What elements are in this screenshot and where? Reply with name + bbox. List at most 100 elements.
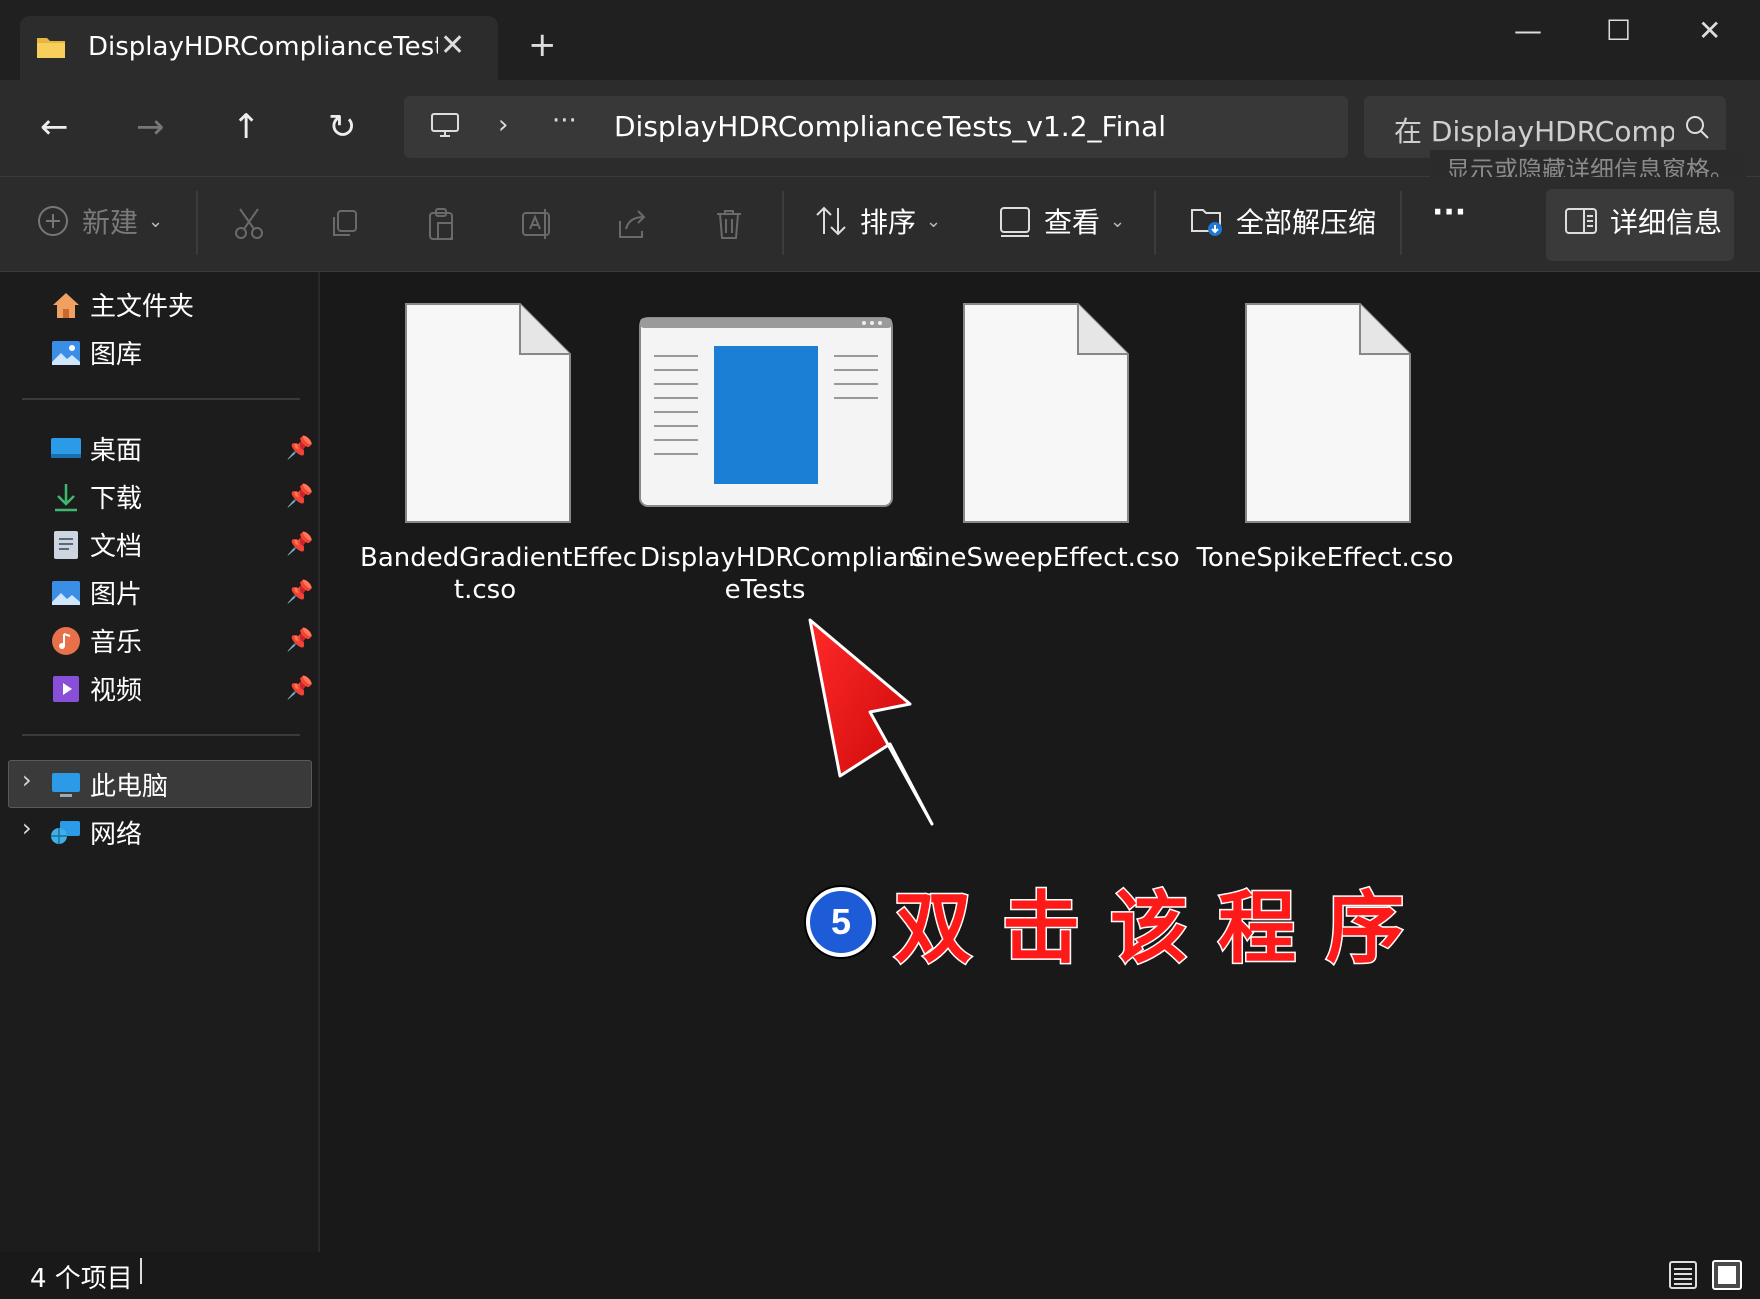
cut-icon[interactable] bbox=[232, 207, 266, 241]
title-bar: DisplayHDRComplianceTests_v1.2_Final ✕ +… bbox=[0, 0, 1760, 80]
sort-icon bbox=[816, 206, 846, 236]
paste-icon[interactable] bbox=[424, 207, 458, 241]
home-icon bbox=[53, 292, 79, 318]
forward-button[interactable]: → bbox=[136, 110, 165, 144]
chevron-down-icon: ⌄ bbox=[148, 210, 164, 232]
sidebar-item-network[interactable]: 网络 bbox=[50, 814, 142, 851]
toolbar-divider bbox=[196, 191, 198, 255]
new-button[interactable]: 新建 ⌄ bbox=[36, 201, 163, 241]
search-input[interactable]: 在 DisplayHDRComp bbox=[1364, 96, 1726, 158]
file-explorer-window: DisplayHDRComplianceTests_v1.2_Final ✕ +… bbox=[0, 0, 1760, 1299]
breadcrumb-overflow-button[interactable]: ··· bbox=[552, 106, 577, 136]
file-name: SineSweepEffect.cso bbox=[910, 543, 1180, 573]
pin-icon[interactable]: 📌 bbox=[286, 532, 313, 557]
tab-close-button[interactable]: ✕ bbox=[440, 28, 465, 63]
pin-icon[interactable]: 📌 bbox=[286, 676, 313, 701]
sidebar-item-label: 网络 bbox=[90, 820, 143, 850]
plus-circle-icon bbox=[38, 206, 68, 236]
up-button[interactable]: ↑ bbox=[232, 110, 261, 144]
details-label: 详细信息 bbox=[1610, 206, 1723, 239]
tab-active[interactable]: DisplayHDRComplianceTests_v1.2_Final ✕ bbox=[20, 16, 498, 80]
sidebar-item-label: 此电脑 bbox=[90, 772, 169, 802]
new-label: 新建 bbox=[82, 206, 139, 239]
sidebar-item-this-pc[interactable]: 此电脑 bbox=[50, 766, 168, 803]
file-item[interactable]: BandedGradientEffec t.cso bbox=[360, 302, 637, 605]
command-bar: 新建 ⌄ 排序 ⌄ 查看 ⌄ 全部解压缩 ··· 详细信息 bbox=[0, 177, 1760, 272]
pin-icon[interactable]: 📌 bbox=[286, 580, 313, 605]
extract-all-button[interactable]: 全部解压缩 bbox=[1190, 201, 1376, 241]
minimize-button[interactable]: — bbox=[1514, 14, 1542, 47]
chevron-right-icon[interactable]: › bbox=[22, 766, 32, 794]
desktop-icon bbox=[51, 437, 81, 458]
step-annotation: 5 双击该程序 bbox=[806, 866, 1434, 978]
download-icon bbox=[55, 483, 77, 511]
breadcrumb-current[interactable]: DisplayHDRComplianceTests_v1.2_Final bbox=[614, 110, 1166, 143]
pictures-icon bbox=[52, 580, 80, 605]
sidebar-item-label: 图库 bbox=[90, 340, 143, 370]
folder-icon bbox=[37, 38, 65, 58]
sidebar-item-downloads[interactable]: 下载 bbox=[50, 478, 142, 515]
navigation-pane: 主文件夹 图库 桌面 📌 下载 📌 文档 📌 图片 📌 音乐 📌 视频 📌 › … bbox=[0, 272, 320, 1252]
toolbar-divider bbox=[1154, 191, 1156, 255]
sidebar-item-gallery[interactable]: 图库 bbox=[50, 334, 142, 371]
sidebar-item-label: 图片 bbox=[90, 580, 143, 610]
close-window-button[interactable]: ✕ bbox=[1698, 14, 1721, 47]
file-icon bbox=[405, 303, 571, 523]
file-item-selected-app[interactable]: DisplayHDRComplianc eTests bbox=[639, 302, 929, 605]
tab-title: DisplayHDRComplianceTests_v1.2_Final bbox=[88, 32, 438, 62]
refresh-button[interactable]: ↻ bbox=[328, 110, 357, 144]
sidebar-item-music[interactable]: 音乐 bbox=[50, 622, 142, 659]
maximize-button[interactable]: ☐ bbox=[1606, 14, 1631, 47]
chevron-right-icon[interactable]: › bbox=[22, 814, 32, 842]
sidebar-item-label: 视频 bbox=[90, 676, 143, 706]
file-item[interactable]: SineSweepEffect.cso bbox=[910, 302, 1180, 582]
sidebar-item-label: 文档 bbox=[90, 532, 143, 562]
pin-icon[interactable]: 📌 bbox=[286, 436, 313, 461]
details-view-icon[interactable] bbox=[1668, 1260, 1698, 1290]
delete-icon[interactable] bbox=[712, 207, 746, 241]
sidebar-item-label: 桌面 bbox=[90, 436, 143, 466]
file-icon bbox=[963, 303, 1129, 523]
file-icon bbox=[1245, 303, 1411, 523]
pin-icon[interactable]: 📌 bbox=[286, 628, 313, 653]
sidebar-item-label: 下载 bbox=[90, 484, 143, 514]
file-list: BandedGradientEffec t.cso DisplayHDRComp… bbox=[320, 272, 1760, 1252]
more-options-button[interactable]: ··· bbox=[1432, 195, 1466, 230]
document-icon bbox=[54, 530, 78, 559]
search-icon[interactable] bbox=[1684, 114, 1710, 140]
step-instruction: 双击该程序 bbox=[892, 882, 1435, 976]
toolbar-divider bbox=[782, 191, 784, 255]
computer-icon bbox=[52, 772, 80, 797]
large-icons-view-icon[interactable] bbox=[1712, 1260, 1742, 1290]
rename-icon[interactable] bbox=[520, 207, 554, 241]
search-placeholder: 在 DisplayHDRComp bbox=[1394, 115, 1674, 148]
address-input[interactable]: › ··· DisplayHDRComplianceTests_v1.2_Fin… bbox=[404, 96, 1348, 158]
sidebar-divider bbox=[22, 734, 300, 736]
monitor-icon bbox=[431, 113, 459, 137]
view-button[interactable]: 查看 ⌄ bbox=[998, 201, 1125, 241]
status-divider bbox=[140, 1258, 142, 1284]
step-number-badge: 5 bbox=[806, 887, 876, 957]
sidebar-item-home[interactable]: 主文件夹 bbox=[50, 286, 194, 323]
sidebar-item-pictures[interactable]: 图片 bbox=[50, 574, 142, 611]
copy-icon[interactable] bbox=[328, 207, 362, 241]
sort-button[interactable]: 排序 ⌄ bbox=[814, 201, 941, 241]
details-pane-button[interactable]: 详细信息 bbox=[1546, 189, 1734, 261]
new-tab-button[interactable]: + bbox=[528, 28, 557, 62]
back-button[interactable]: ← bbox=[40, 110, 69, 144]
music-icon bbox=[52, 626, 80, 655]
sidebar-item-videos[interactable]: 视频 bbox=[50, 670, 142, 707]
application-icon bbox=[639, 317, 893, 507]
sidebar-item-documents[interactable]: 文档 bbox=[50, 526, 142, 563]
file-name: DisplayHDRComplianc eTests bbox=[640, 543, 930, 605]
toolbar-divider bbox=[1400, 191, 1402, 255]
sidebar-item-label: 主文件夹 bbox=[90, 292, 195, 322]
file-item[interactable]: ToneSpikeEffect.cso bbox=[1196, 302, 1454, 582]
chevron-down-icon: ⌄ bbox=[926, 210, 942, 232]
details-pane-inner: 详细信息 bbox=[1564, 201, 1722, 241]
pin-icon[interactable]: 📌 bbox=[286, 484, 313, 509]
sidebar-item-desktop[interactable]: 桌面 bbox=[50, 430, 142, 467]
chevron-right-icon[interactable]: › bbox=[498, 110, 508, 140]
share-icon[interactable] bbox=[616, 207, 650, 241]
sidebar-divider bbox=[22, 398, 300, 400]
